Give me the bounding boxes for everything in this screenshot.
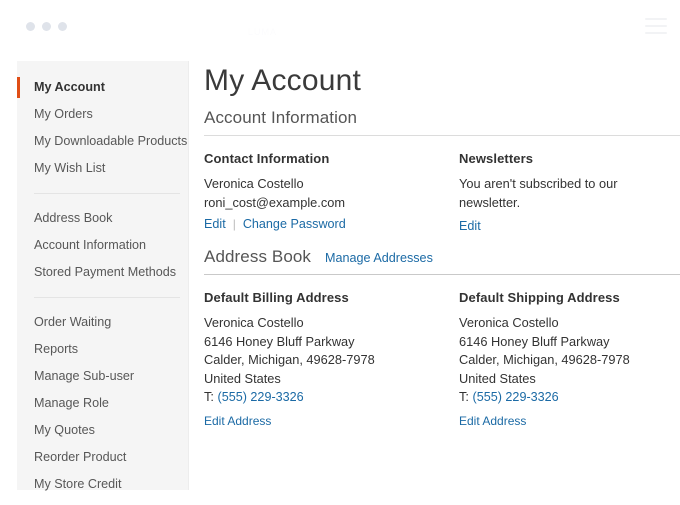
sidebar-item-order-waiting[interactable]: Order Waiting bbox=[17, 309, 188, 336]
newsletter-subscription-status: You aren't subscribed to our newsletter. bbox=[459, 176, 618, 210]
billing-actions: Edit Address bbox=[204, 414, 459, 428]
account-information-columns: Contact Information Veronica Costello ro… bbox=[204, 151, 680, 233]
hamburger-menu-icon[interactable] bbox=[645, 18, 667, 34]
billing-country: United States bbox=[204, 370, 281, 386]
shipping-phone-link[interactable]: (555) 229-3326 bbox=[473, 390, 559, 404]
sidebar-item-manage-role[interactable]: Manage Role bbox=[17, 390, 188, 417]
shipping-actions: Edit Address bbox=[459, 414, 680, 428]
contact-information-block: Contact Information Veronica Costello ro… bbox=[204, 151, 459, 233]
default-shipping-address-block: Default Shipping Address Veronica Costel… bbox=[459, 290, 680, 428]
sidebar-item-my-account[interactable]: My Account bbox=[17, 74, 188, 101]
newsletters-actions: Edit bbox=[459, 219, 680, 233]
account-main-content: My Account Account Information Contact I… bbox=[204, 58, 680, 428]
edit-shipping-address-link[interactable]: Edit Address bbox=[459, 414, 526, 428]
sidebar-item-my-orders[interactable]: My Orders bbox=[17, 101, 188, 128]
window-control-dots bbox=[26, 22, 67, 31]
sidebar-item-stored-payment-methods[interactable]: Stored Payment Methods bbox=[17, 259, 188, 286]
site-logo-watermark: LUMA bbox=[248, 27, 278, 37]
edit-contact-information-link[interactable]: Edit bbox=[204, 217, 226, 231]
newsletters-block: Newsletters You aren't subscribed to our… bbox=[459, 151, 680, 233]
section-title-address-book: Address Book bbox=[204, 247, 312, 266]
section-title-address-book-row: Address Book Manage Addresses bbox=[204, 247, 680, 275]
shipping-name: Veronica Costello bbox=[459, 315, 559, 330]
contact-email: roni_cost@example.com bbox=[204, 194, 346, 210]
window-dot-maximize-icon[interactable] bbox=[58, 22, 67, 31]
sidebar-item-account-information[interactable]: Account Information bbox=[17, 232, 188, 259]
contact-actions: Edit | Change Password bbox=[204, 217, 459, 231]
action-separator: | bbox=[232, 217, 236, 231]
sidebar-item-my-downloadable-products[interactable]: My Downloadable Products bbox=[17, 128, 188, 155]
hamburger-bar-3 bbox=[645, 32, 667, 34]
default-shipping-address-heading: Default Shipping Address bbox=[459, 290, 620, 305]
contact-name: Veronica Costello bbox=[204, 176, 304, 191]
billing-city-region-zip: Calder, Michigan, 49628-7978 bbox=[204, 352, 375, 367]
section-title-account-information: Account Information bbox=[204, 108, 680, 136]
sidebar-item-my-quotes[interactable]: My Quotes bbox=[17, 417, 188, 444]
edit-billing-address-link[interactable]: Edit Address bbox=[204, 414, 271, 428]
shipping-phone-prefix: T: bbox=[459, 389, 469, 404]
sidebar-item-reorder-product[interactable]: Reorder Product bbox=[17, 444, 188, 471]
billing-street: 6146 Honey Bluff Parkway bbox=[204, 333, 355, 349]
sidebar-item-address-book[interactable]: Address Book bbox=[17, 205, 188, 232]
window-dot-close-icon[interactable] bbox=[26, 22, 35, 31]
billing-name: Veronica Costello bbox=[204, 315, 304, 330]
account-dashboard-page: LUMA My Account My Orders My Downloadabl… bbox=[0, 0, 680, 505]
page-title: My Account bbox=[204, 64, 362, 97]
sidebar-group-address: Address Book Account Information Stored … bbox=[17, 205, 188, 286]
billing-phone-link[interactable]: (555) 229-3326 bbox=[218, 390, 304, 404]
account-sidebar-nav: My Account My Orders My Downloadable Pro… bbox=[17, 61, 189, 491]
sidebar-item-reports[interactable]: Reports bbox=[17, 336, 188, 363]
default-billing-address-block: Default Billing Address Veronica Costell… bbox=[204, 290, 459, 428]
default-billing-address-heading: Default Billing Address bbox=[204, 290, 349, 305]
billing-phone-prefix: T: bbox=[204, 389, 214, 404]
sidebar-group-company: Order Waiting Reports Manage Sub-user Ma… bbox=[17, 309, 188, 498]
change-password-link[interactable]: Change Password bbox=[243, 217, 346, 231]
sidebar-item-my-wish-list[interactable]: My Wish List bbox=[17, 155, 188, 182]
manage-addresses-link[interactable]: Manage Addresses bbox=[325, 251, 433, 265]
window-dot-minimize-icon[interactable] bbox=[42, 22, 51, 31]
sidebar-item-manage-sub-user[interactable]: Manage Sub-user bbox=[17, 363, 188, 390]
newsletters-heading: Newsletters bbox=[459, 151, 534, 166]
sidebar-divider-2 bbox=[34, 297, 180, 298]
shipping-city-region-zip: Calder, Michigan, 49628-7978 bbox=[459, 352, 630, 367]
sidebar-group-account: My Account My Orders My Downloadable Pro… bbox=[17, 74, 188, 182]
contact-information-heading: Contact Information bbox=[204, 151, 330, 166]
shipping-street: 6146 Honey Bluff Parkway bbox=[459, 333, 610, 349]
shipping-country: United States bbox=[459, 370, 536, 386]
edit-newsletter-subscription-link[interactable]: Edit bbox=[459, 219, 481, 233]
billing-phone-row: T: (555) 229-3326 bbox=[204, 388, 459, 407]
shipping-phone-row: T: (555) 229-3326 bbox=[459, 388, 680, 407]
sidebar-item-my-store-credit[interactable]: My Store Credit bbox=[17, 471, 188, 498]
browser-top-bar: LUMA bbox=[0, 0, 680, 58]
hamburger-bar-1 bbox=[645, 18, 667, 20]
address-book-columns: Default Billing Address Veronica Costell… bbox=[204, 290, 680, 428]
hamburger-bar-2 bbox=[645, 25, 667, 27]
sidebar-divider-1 bbox=[34, 193, 180, 194]
